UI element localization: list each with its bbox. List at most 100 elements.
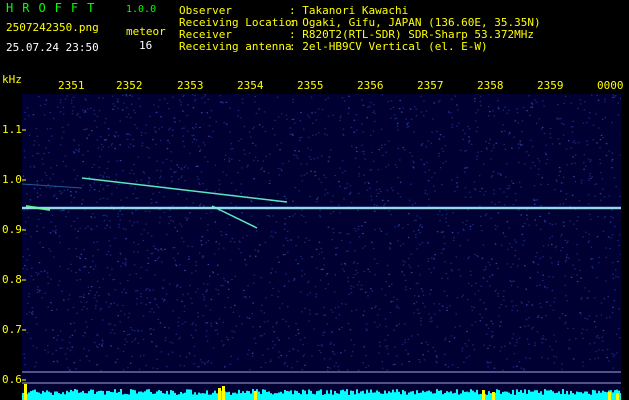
noise-speck: [497, 212, 500, 214]
noise-speck: [527, 343, 530, 345]
noise-speck: [131, 213, 134, 215]
band-column: [60, 394, 62, 400]
noise-speck: [33, 166, 36, 168]
noise-speck: [370, 288, 372, 290]
noise-speck: [529, 114, 531, 116]
noise-speck: [172, 129, 174, 131]
noise-speck: [205, 290, 208, 292]
noise-speck: [402, 243, 405, 245]
noise-speck: [333, 353, 336, 355]
noise-speck: [483, 194, 485, 196]
noise-speck: [555, 245, 558, 247]
noise-speck: [179, 364, 182, 366]
datetime-label: 25.07.24 23:50: [6, 41, 99, 54]
noise-speck: [576, 253, 578, 255]
noise-speck: [225, 174, 228, 176]
x-tick-label: 2356: [357, 79, 384, 92]
noise-speck: [165, 337, 167, 339]
noise-speck: [577, 216, 579, 218]
noise-speck: [529, 139, 532, 141]
noise-speck: [427, 180, 430, 182]
noise-speck: [176, 299, 178, 301]
noise-speck: [69, 336, 71, 338]
band-column: [262, 389, 264, 400]
noise-speck: [291, 118, 294, 121]
noise-speck: [198, 366, 201, 368]
noise-speck: [36, 183, 38, 185]
noise-speck: [416, 248, 418, 250]
noise-speck: [199, 149, 202, 151]
noise-speck: [205, 189, 208, 191]
noise-speck: [37, 286, 39, 288]
noise-speck: [343, 100, 346, 102]
noise-speck: [465, 345, 468, 347]
noise-speck: [148, 211, 151, 213]
noise-speck: [598, 262, 600, 264]
noise-speck: [591, 94, 593, 96]
band-column: [66, 390, 68, 400]
noise-speck: [152, 252, 154, 254]
noise-speck: [264, 130, 267, 133]
noise-speck: [96, 345, 98, 347]
noise-speck: [272, 128, 274, 130]
noise-speck: [76, 312, 78, 314]
noise-speck: [150, 198, 152, 200]
noise-speck: [514, 249, 517, 251]
noise-speck: [428, 169, 431, 171]
noise-speck: [207, 98, 209, 100]
noise-speck: [511, 309, 513, 312]
noise-speck: [362, 104, 365, 106]
noise-speck: [257, 223, 259, 225]
noise-speck: [147, 182, 150, 184]
noise-speck: [535, 199, 537, 201]
noise-speck: [611, 312, 614, 314]
noise-speck: [365, 355, 367, 357]
noise-speck: [441, 248, 444, 250]
noise-speck: [563, 102, 565, 104]
noise-speck: [96, 201, 98, 203]
band-column: [34, 389, 36, 400]
noise-speck: [420, 324, 423, 326]
noise-speck: [602, 188, 604, 190]
noise-speck: [235, 189, 237, 191]
noise-speck: [197, 366, 199, 368]
noise-speck: [604, 98, 606, 100]
noise-speck: [558, 175, 560, 177]
noise-speck: [513, 136, 515, 138]
noise-speck: [455, 256, 458, 258]
noise-speck: [542, 245, 545, 247]
noise-speck: [329, 343, 332, 345]
noise-speck: [347, 250, 349, 252]
noise-speck: [195, 261, 197, 263]
noise-speck: [118, 223, 120, 225]
noise-speck: [157, 182, 159, 185]
noise-speck: [281, 303, 284, 305]
noise-speck: [404, 279, 407, 281]
noise-speck: [462, 294, 464, 296]
noise-speck: [394, 164, 397, 166]
noise-speck: [408, 213, 410, 215]
noise-speck: [344, 170, 346, 172]
noise-speck: [95, 304, 97, 307]
noise-speck: [308, 156, 311, 158]
noise-speck: [69, 369, 71, 371]
noise-speck: [99, 156, 101, 158]
noise-speck: [602, 137, 604, 139]
noise-speck: [291, 367, 293, 369]
band-column: [368, 392, 370, 400]
noise-speck: [32, 311, 34, 313]
noise-speck: [116, 358, 119, 360]
noise-speck: [68, 294, 71, 296]
noise-speck: [65, 358, 68, 360]
noise-speck: [294, 150, 296, 152]
noise-speck: [206, 289, 208, 291]
noise-speck: [140, 134, 143, 136]
noise-speck: [332, 228, 334, 230]
noise-speck: [62, 106, 65, 108]
noise-speck: [598, 349, 600, 351]
noise-speck: [424, 306, 426, 308]
noise-speck: [400, 245, 402, 247]
noise-speck: [102, 215, 104, 217]
noise-speck: [206, 361, 209, 363]
noise-speck: [253, 274, 256, 276]
